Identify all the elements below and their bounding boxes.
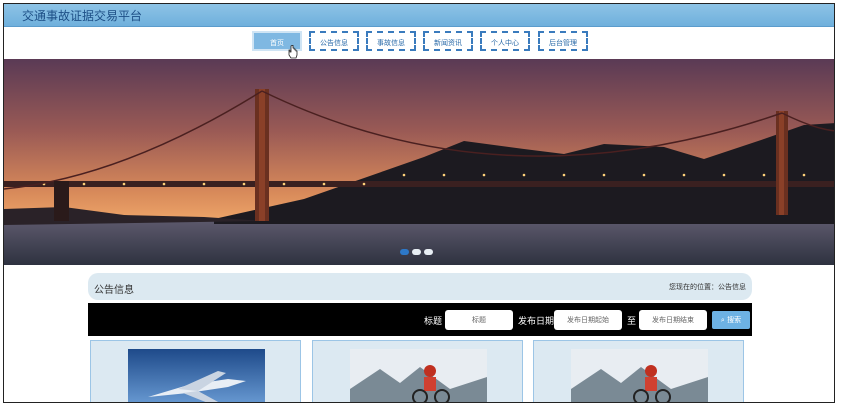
section-title: 公告信息 — [94, 285, 134, 296]
cyclist-image — [571, 349, 708, 402]
main-nav: 首页 公告信息 事故信息 新闻资讯 个人中心 后台管理 — [4, 31, 834, 53]
nav-profile[interactable]: 个人中心 — [480, 31, 530, 51]
carousel-dot[interactable] — [412, 249, 421, 255]
end-date-input[interactable]: 发布日期结束 — [639, 310, 707, 330]
airplane-image — [128, 349, 265, 402]
date-label: 发布日期 — [518, 317, 555, 327]
carousel-dot[interactable] — [424, 249, 433, 255]
hero-banner — [4, 59, 834, 265]
app-window: 交通事故证据交易平台 首页 公告信息 事故信息 新闻资讯 个人中心 后台管理 公… — [3, 3, 835, 403]
search-icon: ⌕ — [720, 316, 725, 324]
start-date-input[interactable]: 发布日期起始 — [554, 310, 622, 330]
cyclist-image — [350, 349, 487, 402]
title-input[interactable]: 标题 — [445, 310, 513, 330]
search-button-label: 搜索 — [727, 316, 742, 324]
nav-notices[interactable]: 公告信息 — [309, 31, 359, 51]
title-bar: 交通事故证据交易平台 — [4, 4, 834, 27]
notice-section-header: 公告信息 您现在的位置：公告信息 — [88, 273, 752, 300]
notice-card[interactable] — [533, 340, 744, 402]
hand-cursor-icon — [288, 45, 298, 59]
bridge-sunset-image — [4, 59, 834, 265]
notice-card[interactable] — [312, 340, 523, 402]
notice-card[interactable] — [90, 340, 301, 402]
app-title: 交通事故证据交易平台 — [22, 9, 143, 23]
to-label: 至 — [627, 317, 637, 327]
carousel-dot[interactable] — [400, 249, 409, 255]
nav-news[interactable]: 新闻资讯 — [423, 31, 473, 51]
breadcrumb: 您现在的位置：公告信息 — [669, 283, 746, 291]
search-button[interactable]: ⌕ 搜索 — [712, 311, 750, 329]
nav-accidents[interactable]: 事故信息 — [366, 31, 416, 51]
nav-admin[interactable]: 后台管理 — [538, 31, 588, 51]
search-bar: 标题 标题 发布日期 发布日期起始 至 发布日期结束 ⌕ 搜索 — [88, 303, 752, 336]
title-label: 标题 — [424, 317, 443, 327]
